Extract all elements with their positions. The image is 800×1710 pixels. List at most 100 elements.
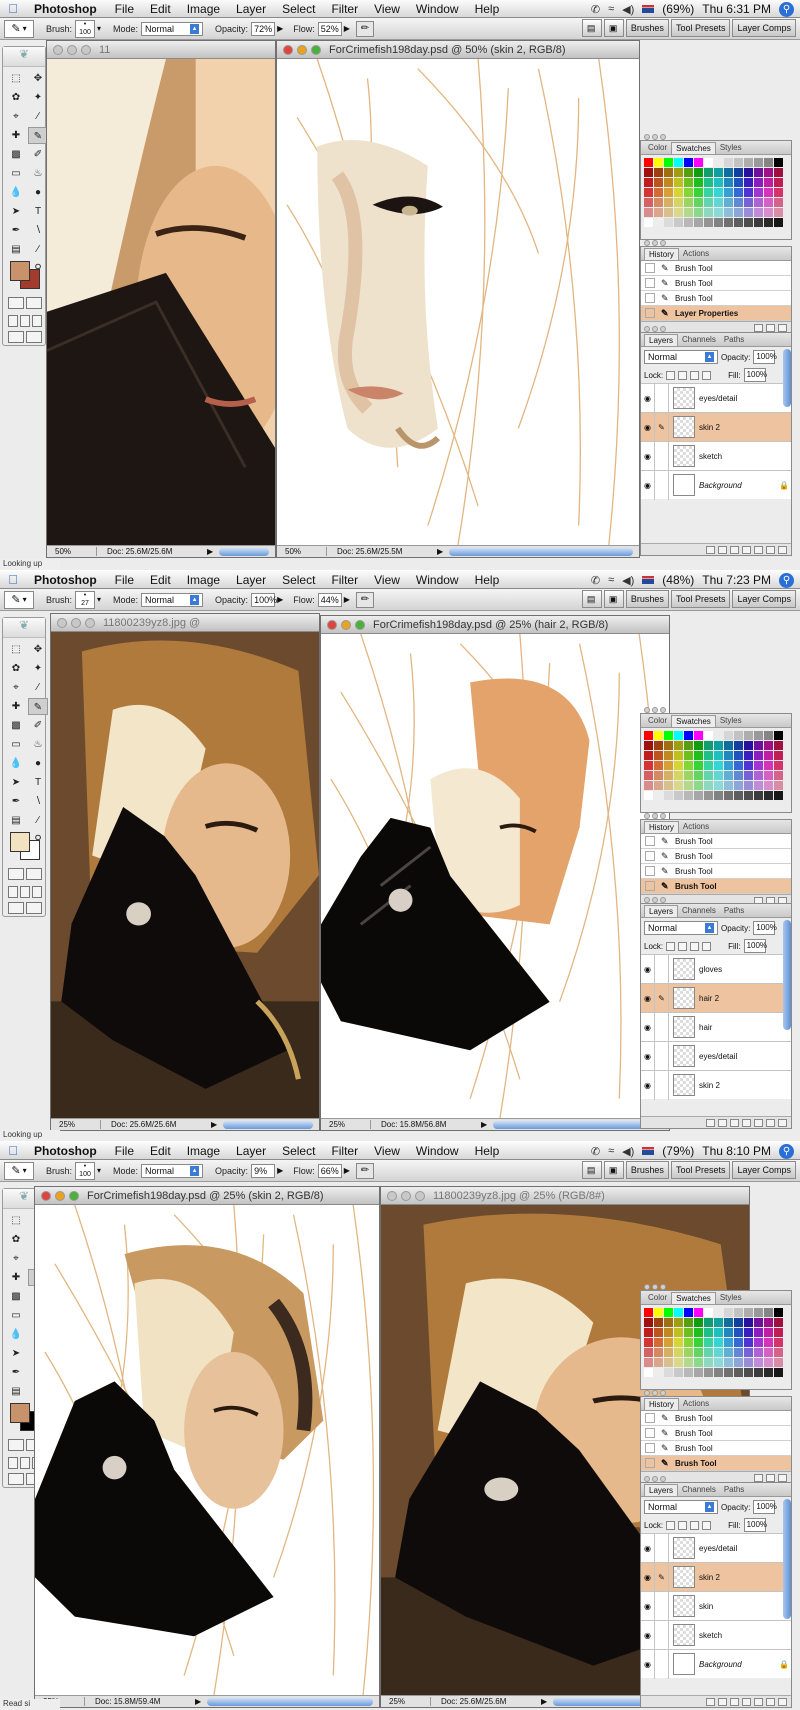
menu-window[interactable]: Window bbox=[408, 1144, 467, 1158]
new-layer-icon[interactable] bbox=[766, 1697, 775, 1706]
color-swatch[interactable] bbox=[674, 1368, 683, 1377]
adjustment-layer-icon[interactable] bbox=[742, 545, 751, 554]
painting-canvas[interactable] bbox=[277, 59, 639, 545]
menu-select[interactable]: Select bbox=[274, 1144, 323, 1158]
color-swatch[interactable] bbox=[694, 168, 703, 177]
color-swatch[interactable] bbox=[744, 1358, 753, 1367]
flow-slider-arrow-icon[interactable]: ▶ bbox=[344, 595, 350, 604]
eyedropper-tool-icon[interactable]: ∕ bbox=[28, 241, 48, 258]
paintbrush-link-icon[interactable] bbox=[655, 1649, 669, 1679]
color-swatch[interactable] bbox=[734, 198, 743, 207]
horizontal-scrollbar[interactable] bbox=[219, 547, 269, 556]
color-swatch[interactable] bbox=[734, 178, 743, 187]
doc-size[interactable]: Doc: 15.8M/59.4M bbox=[85, 1697, 195, 1706]
paintbrush-link-icon[interactable] bbox=[655, 1591, 669, 1621]
color-swatch[interactable] bbox=[764, 1358, 773, 1367]
feather-logo-icon[interactable]: ❦ bbox=[3, 618, 45, 638]
color-swatch[interactable] bbox=[654, 1318, 663, 1327]
clock[interactable]: Thu 7:23 PM bbox=[702, 573, 771, 587]
layer-row[interactable]: ◉ sketch bbox=[641, 1620, 791, 1650]
vertical-scrollbar[interactable] bbox=[783, 1499, 791, 1619]
tab-history[interactable]: History bbox=[644, 248, 679, 260]
file-browser-button[interactable]: ▤ bbox=[581, 590, 602, 608]
color-swatch[interactable] bbox=[764, 1318, 773, 1327]
color-swatch[interactable] bbox=[754, 781, 763, 790]
history-brush-tool-icon[interactable]: ✐ bbox=[28, 146, 48, 163]
color-swatch[interactable] bbox=[714, 1358, 723, 1367]
volume-icon[interactable]: ◀) bbox=[622, 1145, 634, 1158]
color-swatch[interactable] bbox=[694, 158, 703, 167]
color-swatch[interactable] bbox=[734, 1358, 743, 1367]
mode-select[interactable]: Normal ▲ bbox=[141, 21, 204, 36]
color-swatch[interactable] bbox=[644, 751, 653, 760]
trash-icon[interactable] bbox=[778, 1473, 787, 1482]
color-swatch[interactable] bbox=[684, 761, 693, 770]
color-swatch[interactable] bbox=[674, 158, 683, 167]
color-swatch[interactable] bbox=[664, 751, 673, 760]
history-state[interactable]: ✎ Brush Tool bbox=[641, 1411, 791, 1426]
dodge-tool-icon[interactable]: ● bbox=[28, 755, 48, 772]
color-swatch[interactable] bbox=[724, 178, 733, 187]
opacity-input[interactable]: 100% bbox=[251, 592, 277, 607]
color-swatch[interactable] bbox=[684, 781, 693, 790]
color-swatch[interactable] bbox=[774, 158, 783, 167]
tab-actions[interactable]: Actions bbox=[679, 248, 713, 260]
slice-tool-icon[interactable]: ∕ bbox=[28, 108, 48, 125]
menu-image[interactable]: Image bbox=[179, 2, 228, 16]
color-swatch[interactable] bbox=[764, 158, 773, 167]
color-swatch[interactable] bbox=[774, 791, 783, 800]
tab-channels[interactable]: Channels bbox=[678, 905, 720, 917]
lock-image-icon[interactable] bbox=[678, 1520, 688, 1530]
eye-icon[interactable]: ◉ bbox=[641, 983, 655, 1013]
lock-transparency-icon[interactable] bbox=[666, 1520, 676, 1530]
color-swatch[interactable] bbox=[714, 771, 723, 780]
spotlight-search-icon[interactable]: ⚲ bbox=[779, 572, 794, 588]
color-swatch[interactable] bbox=[684, 198, 693, 207]
painting-canvas[interactable] bbox=[321, 634, 669, 1118]
type-tool-icon[interactable]: T bbox=[28, 774, 48, 791]
doc-size[interactable]: Doc: 25.6M/25.5M bbox=[327, 547, 437, 556]
color-swatch[interactable] bbox=[684, 1368, 693, 1377]
tab-styles[interactable]: Styles bbox=[716, 715, 746, 727]
color-swatch[interactable] bbox=[714, 198, 723, 207]
history-brush-source-checkbox[interactable] bbox=[645, 836, 655, 846]
color-swatch[interactable] bbox=[764, 1368, 773, 1377]
color-swatch[interactable] bbox=[744, 188, 753, 197]
layer-mask-icon[interactable] bbox=[730, 545, 739, 554]
tab-color[interactable]: Color bbox=[644, 142, 671, 154]
color-swatch[interactable] bbox=[714, 208, 723, 217]
menu-layer[interactable]: Layer bbox=[228, 2, 274, 16]
healing-brush-tool-icon[interactable]: ✚ bbox=[6, 698, 26, 715]
color-swatch[interactable] bbox=[764, 731, 773, 740]
layer-name[interactable]: gloves bbox=[699, 965, 779, 974]
color-swatch[interactable] bbox=[754, 1338, 763, 1347]
color-swatch[interactable] bbox=[744, 218, 753, 227]
color-swatch[interactable] bbox=[714, 761, 723, 770]
link-layers-icon[interactable] bbox=[706, 1118, 715, 1127]
tool-preset-picker[interactable]: ✎ ▾ bbox=[4, 590, 34, 609]
chevron-down-icon[interactable]: ▾ bbox=[97, 595, 101, 604]
zoom-button[interactable] bbox=[69, 1190, 79, 1201]
line-tool-icon[interactable]: ∖ bbox=[28, 793, 48, 810]
layer-row[interactable]: ◉ eyes/detail bbox=[641, 1041, 791, 1071]
reference-photo-window[interactable]: 11800239yz8.jpg @ 25% Doc: 25.6M/25.6M ▶ bbox=[50, 613, 320, 1131]
color-swatch[interactable] bbox=[644, 218, 653, 227]
layer-opacity-input[interactable]: 100% bbox=[753, 1500, 777, 1514]
tab-channels[interactable]: Channels bbox=[678, 1484, 720, 1496]
color-swatch[interactable] bbox=[724, 731, 733, 740]
adjustment-layer-icon[interactable] bbox=[742, 1118, 751, 1127]
color-swatch[interactable] bbox=[704, 198, 713, 207]
color-swatch[interactable] bbox=[684, 178, 693, 187]
color-swatch[interactable] bbox=[734, 168, 743, 177]
crop-tool-icon[interactable]: ⌖ bbox=[6, 1250, 26, 1267]
color-swatch[interactable] bbox=[664, 198, 673, 207]
color-swatch[interactable] bbox=[764, 741, 773, 750]
reference-photo-window[interactable]: 11 50% Doc: 25.6M/25.6M ▶ bbox=[46, 40, 276, 558]
color-swatch[interactable] bbox=[684, 1318, 693, 1327]
paintbrush-icon[interactable]: ✎ bbox=[655, 983, 669, 1013]
color-swatch[interactable] bbox=[694, 1308, 703, 1317]
vertical-scrollbar[interactable] bbox=[783, 349, 791, 407]
color-swatch[interactable] bbox=[664, 158, 673, 167]
color-swatch[interactable] bbox=[654, 751, 663, 760]
paintbrush-icon[interactable]: ✎ bbox=[655, 1562, 669, 1592]
